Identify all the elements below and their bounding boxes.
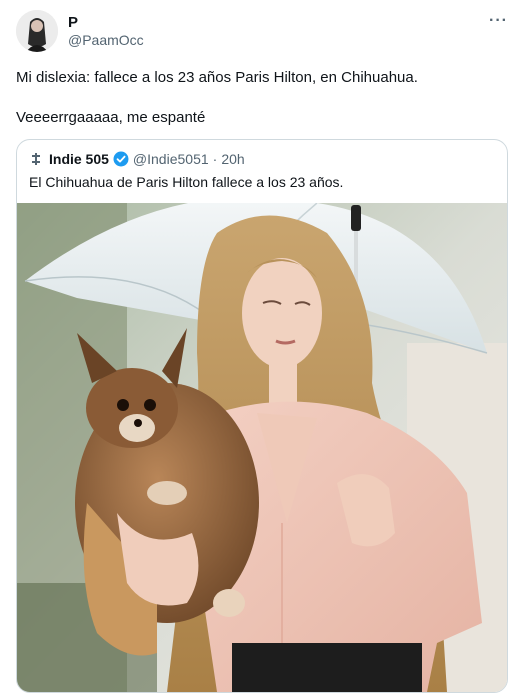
more-horizontal-icon[interactable]: ··· xyxy=(489,12,508,30)
quoted-logo-icon[interactable] xyxy=(29,152,43,166)
author-name[interactable]: P xyxy=(68,14,78,31)
verified-badge-icon xyxy=(113,151,129,167)
quoted-tweet[interactable]: Indie 505 @Indie5051 · 20h El Chihuahua … xyxy=(16,139,508,693)
author-avatar[interactable] xyxy=(16,10,58,52)
quoted-tweet-text: El Chihuahua de Paris Hilton fallece a l… xyxy=(29,174,344,190)
author-handle[interactable]: @PaamOcc xyxy=(68,32,144,48)
tweet-text: Mi dislexia: fallece a los 23 años Paris… xyxy=(16,69,418,126)
quoted-tweet-header: Indie 505 @Indie5051 · 20h xyxy=(29,151,245,167)
quoted-author-handle[interactable]: @Indie5051 xyxy=(133,151,209,167)
quoted-timestamp[interactable]: 20h xyxy=(221,151,244,167)
quoted-author-name[interactable]: Indie 505 xyxy=(49,151,109,167)
quoted-tweet-photo[interactable] xyxy=(17,196,507,692)
meta-separator: · xyxy=(212,151,218,167)
